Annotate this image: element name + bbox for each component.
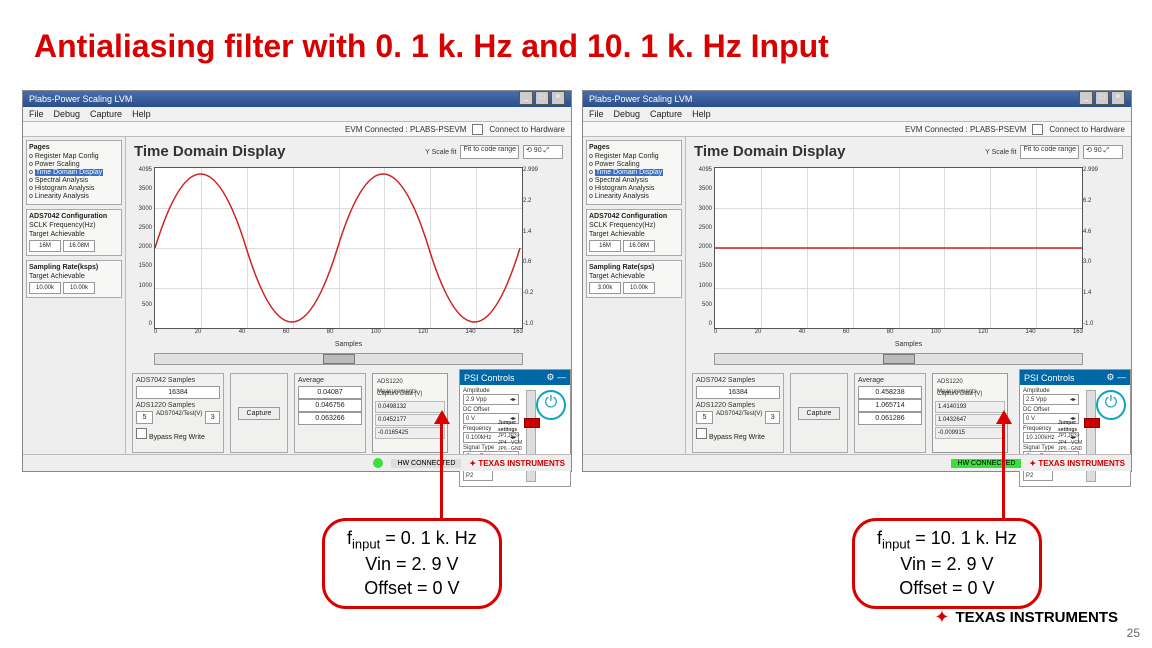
- bypass-checkbox[interactable]: [136, 428, 147, 439]
- maximize-icon[interactable]: □: [1095, 91, 1109, 105]
- sclk-ach-value: 16.08M: [63, 240, 95, 252]
- slide-title: Antialiasing filter with 0. 1 k. Hz and …: [34, 28, 829, 65]
- sclk-target-input[interactable]: 16M: [29, 240, 61, 252]
- x-label: Samples: [126, 341, 571, 348]
- power-icon[interactable]: ⏻: [536, 390, 566, 420]
- app-window-left: Plabs-Power Scaling LVM _ □ × File Debug…: [22, 90, 572, 472]
- main-area: Time Domain Display Y Scale fit Fit to c…: [126, 137, 571, 457]
- ads7042r-input[interactable]: 3: [205, 411, 220, 424]
- ads1220-input[interactable]: 5: [136, 411, 153, 424]
- slide-number: 25: [1127, 626, 1140, 640]
- connect-checkbox[interactable]: [472, 124, 483, 135]
- menu-help[interactable]: Help: [692, 109, 711, 119]
- sclk-label: SCLK Frequency(Hz): [29, 222, 119, 229]
- evm-status: EVM Connected : PLABS-PSEVM: [905, 125, 1026, 134]
- capture-button-box: Capture: [230, 373, 288, 453]
- y-axis-right: 2.9992.21.40.6-0.2-1.0: [523, 167, 539, 327]
- maximize-icon[interactable]: □: [535, 91, 549, 105]
- menubar: File Debug Capture Help: [23, 107, 571, 122]
- plot-title: Time Domain Display: [134, 143, 285, 160]
- arrowhead-icon: [434, 410, 450, 424]
- sidebar: Pages o Register Map Config o Power Scal…: [583, 137, 686, 457]
- rate-box: Sampling Rate(ksps) TargetAchievable 10.…: [26, 260, 122, 298]
- rate-ach-value: 10.00k: [63, 282, 95, 294]
- menubar: File Debug Capture Help: [583, 107, 1131, 122]
- pages-title: Pages: [29, 144, 119, 151]
- page-item[interactable]: o Spectral Analysis: [29, 177, 119, 184]
- power-icon[interactable]: ⏻: [1096, 390, 1126, 420]
- pages-box: Pages o Register Map Config o Power Scal…: [26, 140, 122, 205]
- rate-title: Sampling Rate(ksps): [29, 264, 119, 271]
- connect-label: Connect to Hardware: [489, 125, 565, 134]
- page-item-selected[interactable]: o Time Domain Display: [29, 169, 119, 176]
- menu-file[interactable]: File: [29, 109, 44, 119]
- window-footer: HW CONNECTED ✦ TEXAS INSTRUMENTS: [23, 454, 571, 471]
- plot-controls: Y Scale fit Fit to code range ⟲ 90 ⤢: [425, 145, 563, 159]
- app-window-right: Plabs-Power Scaling LVM _ □ × File Debug…: [582, 90, 1132, 472]
- psi-menu-icon[interactable]: ⚙ —: [546, 372, 566, 383]
- ti-footer-logo: ✦TEXAS INSTRUMENTS: [934, 607, 1118, 628]
- status-row: EVM Connected : PLABS-PSEVM Connect to H…: [583, 122, 1131, 137]
- y-axis-left: 40953500300025002000150010005000: [128, 167, 152, 327]
- menu-debug[interactable]: Debug: [614, 109, 641, 119]
- callout-left: finput = 0. 1 k. Hz Vin = 2. 9 V Offset …: [322, 518, 502, 609]
- samples-box: ADS7042 Samples 16384 ADS1220 Samples 5 …: [132, 373, 224, 453]
- menu-file[interactable]: File: [589, 109, 604, 119]
- psi-out-input[interactable]: P2: [463, 470, 493, 481]
- hw-status: HW CONNECTED: [391, 459, 461, 468]
- cfg-title: ADS7042 Configuration: [29, 213, 119, 220]
- waveform-flat: [715, 168, 1082, 328]
- plot-scrollbar[interactable]: [154, 353, 523, 365]
- plot-area-flat: [714, 167, 1083, 329]
- menu-capture[interactable]: Capture: [90, 109, 122, 119]
- evm-status: EVM Connected : PLABS-PSEVM: [345, 125, 466, 134]
- avg-box: Average 0.04087 0.046756 0.063266: [294, 373, 366, 453]
- window-title: Plabs-Power Scaling LVM: [589, 91, 692, 107]
- waveform-sine: [155, 168, 522, 328]
- page-item[interactable]: o Register Map Config: [29, 153, 119, 160]
- minimize-icon[interactable]: _: [1079, 91, 1093, 105]
- yscale-select[interactable]: Fit to code range: [460, 145, 519, 159]
- ti-logo: ✦ TEXAS INSTRUMENTS: [469, 459, 565, 468]
- connect-label: Connect to Hardware: [1049, 125, 1125, 134]
- titlebar: Plabs-Power Scaling LVM _ □ ×: [23, 91, 571, 107]
- titlebar: Plabs-Power Scaling LVM _ □ ×: [583, 91, 1131, 107]
- callout-right: finput = 10. 1 k. Hz Vin = 2. 9 V Offset…: [852, 518, 1042, 609]
- status-row: EVM Connected : PLABS-PSEVM Connect to H…: [23, 122, 571, 137]
- samples-input[interactable]: 16384: [136, 386, 220, 399]
- menu-help[interactable]: Help: [132, 109, 151, 119]
- status-dot-icon: [373, 458, 383, 468]
- arrowhead-icon: [996, 410, 1012, 424]
- jumper-settings: Jumper settings JP1,JP3>JP4 - VCMJP6 - G…: [498, 420, 534, 453]
- plot-area: [154, 167, 523, 329]
- rate-target-input[interactable]: 10.00k: [29, 282, 61, 294]
- page-item[interactable]: o Power Scaling: [29, 161, 119, 168]
- psi-amp-input[interactable]: 2.9 Vpp◂▸: [463, 394, 519, 405]
- close-icon[interactable]: ×: [1111, 91, 1125, 105]
- menu-capture[interactable]: Capture: [650, 109, 682, 119]
- page-item[interactable]: o Linearity Analysis: [29, 193, 119, 200]
- window-title: Plabs-Power Scaling LVM: [29, 91, 132, 107]
- close-icon[interactable]: ×: [551, 91, 565, 105]
- capture-button[interactable]: Capture: [238, 407, 280, 420]
- callout-arrow-right: [1002, 418, 1005, 518]
- psi-title: PSI Controls: [464, 373, 515, 383]
- callout-arrow-left: [440, 418, 443, 518]
- menu-debug[interactable]: Debug: [54, 109, 81, 119]
- minimize-icon[interactable]: _: [519, 91, 533, 105]
- scale-buttons[interactable]: ⟲ 90 ⤢: [523, 145, 563, 159]
- x-axis: 020406080100120140163: [154, 329, 523, 339]
- sidebar: Pages o Register Map Config o Power Scal…: [23, 137, 126, 457]
- config-box: ADS7042 Configuration SCLK Frequency(Hz)…: [26, 209, 122, 256]
- connect-checkbox[interactable]: [1032, 124, 1043, 135]
- page-item[interactable]: o Histogram Analysis: [29, 185, 119, 192]
